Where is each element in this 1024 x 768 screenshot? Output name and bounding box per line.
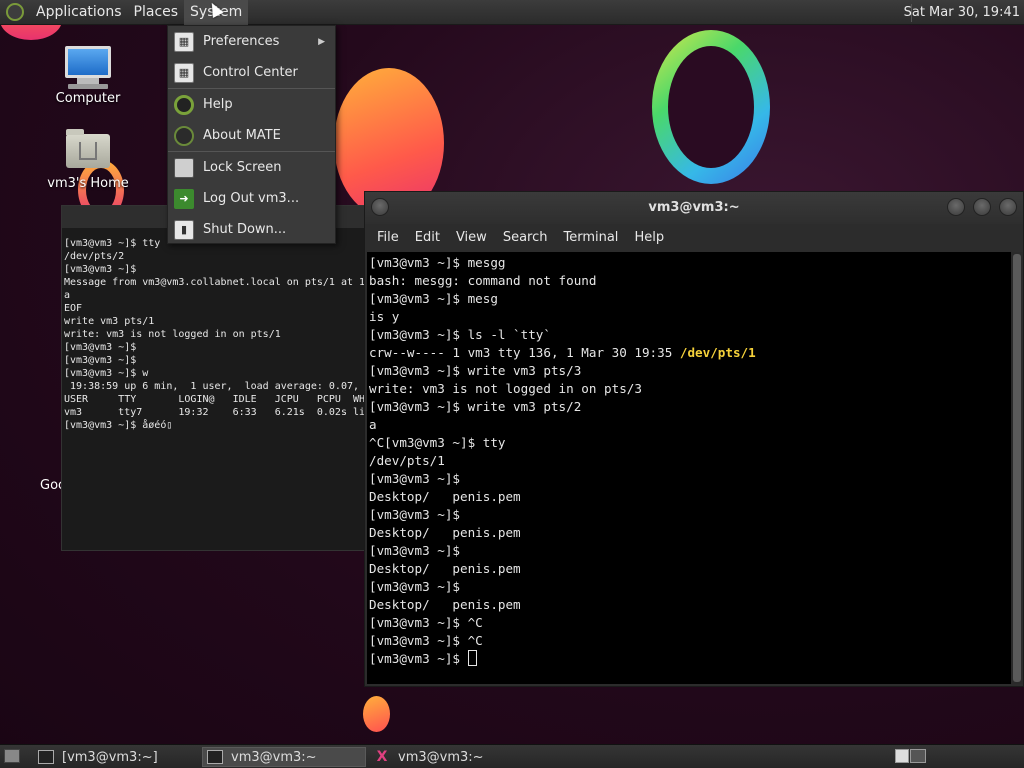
desktop-icon-computer[interactable]: Computer [40,46,136,106]
terminal-window[interactable]: vm3@vm3:~ File Edit View Search Terminal… [364,191,1024,687]
shutdown-icon: ▮ [174,219,194,240]
window-titlebar[interactable]: vm3@vm3:~ [365,192,1023,224]
xterm-icon: X [376,749,388,765]
menu-file[interactable]: File [369,224,407,252]
mate-logo-icon [174,125,194,146]
terminal-icon [38,750,54,764]
taskbar-item[interactable]: [vm3@vm3:~] [34,747,198,767]
menu-terminal[interactable]: Terminal [555,224,626,252]
menu-search[interactable]: Search [495,224,556,252]
menu-item-preferences[interactable]: ▦ Preferences ▶ [168,26,335,57]
window-title: vm3@vm3:~ [648,200,740,215]
menu-item-control-center[interactable]: ▦ Control Center [168,57,335,88]
menu-edit[interactable]: Edit [407,224,448,252]
system-dropdown-menu: ▦ Preferences ▶ ▦ Control Center Help Ab… [167,25,336,244]
logout-icon: ➜ [174,188,194,209]
computer-icon [40,46,136,89]
menu-item-label: Log Out vm3... [203,191,300,206]
menu-item-about-mate[interactable]: About MATE [168,120,335,151]
menu-view[interactable]: View [448,224,495,252]
desktop-icon-label: vm3's Home [47,176,129,191]
scrollbar[interactable] [1011,252,1023,684]
applications-menu[interactable]: Applications [30,0,128,25]
menu-item-label: Preferences [203,34,280,49]
taskbar-item-label: vm3@vm3:~ [398,749,484,765]
menu-item-label: Help [203,97,233,112]
help-icon [174,94,194,115]
text-cursor [467,650,477,666]
places-menu[interactable]: Places [128,0,185,25]
terminal-screen[interactable]: [vm3@vm3 ~]$ mesgg bash: mesgg: command … [367,252,1011,684]
workspace-1[interactable] [895,749,909,763]
menu-help[interactable]: Help [626,224,672,252]
ls-output-prefix: crw--w---- 1 vm3 tty 136, 1 Mar 30 19:35 [369,345,680,360]
desktop-icon-home[interactable]: vm3's Home [40,129,136,191]
taskbar-item-active[interactable]: vm3@vm3:~ [202,747,366,767]
workspace-2[interactable] [910,749,926,763]
submenu-arrow-icon: ▶ [318,36,325,47]
control-center-icon: ▦ [174,62,194,83]
menu-item-shut-down[interactable]: ▮ Shut Down... [168,214,335,245]
menu-item-log-out[interactable]: ➜ Log Out vm3... [168,183,335,214]
terminal-menubar: File Edit View Search Terminal Help [365,224,1023,252]
wallpaper-ring [652,30,770,184]
current-prompt: [vm3@vm3 ~]$ [369,651,468,666]
preferences-icon: ▦ [174,31,194,52]
menu-item-help[interactable]: Help [168,89,335,120]
wallpaper-shape-small [363,696,390,732]
lock-screen-icon [174,157,194,178]
menu-item-label: About MATE [203,128,281,143]
terminal-icon [207,750,223,764]
scrollbar-thumb[interactable] [1013,254,1021,682]
menu-item-label: Lock Screen [203,160,282,175]
terminal-window-background[interactable]: [vm3@vm3 ~]$ tty /dev/pts/2 [vm3@vm3 ~]$… [61,205,371,551]
maximize-button[interactable] [973,198,991,216]
home-folder-icon [66,129,110,168]
menu-item-label: Shut Down... [203,222,287,237]
minimize-button[interactable] [947,198,965,216]
close-button[interactable] [999,198,1017,216]
taskbar-item[interactable]: X vm3@vm3:~ [370,747,534,767]
terminal-output[interactable]: [vm3@vm3 ~]$ mesgg bash: mesgg: command … [367,252,1011,668]
device-path-highlight: /dev/pts/1 [679,345,756,360]
taskbar-item-label: [vm3@vm3:~] [62,749,158,765]
menu-item-label: Control Center [203,65,298,80]
top-panel: Applications Places System Sat Mar 30, 1… [0,0,1024,25]
mate-logo-icon[interactable] [6,3,24,21]
menu-item-lock-screen[interactable]: Lock Screen [168,152,335,183]
clock[interactable]: Sat Mar 30, 19:41 [904,0,1020,25]
terminal-output[interactable]: [vm3@vm3 ~]$ tty /dev/pts/2 [vm3@vm3 ~]$… [62,228,370,432]
bottom-panel: [vm3@vm3:~] vm3@vm3:~ X vm3@vm3:~ [0,744,1024,768]
desktop-icon-label: Computer [55,91,121,106]
show-desktop-icon[interactable] [4,749,20,763]
taskbar-item-label: vm3@vm3:~ [231,749,317,765]
